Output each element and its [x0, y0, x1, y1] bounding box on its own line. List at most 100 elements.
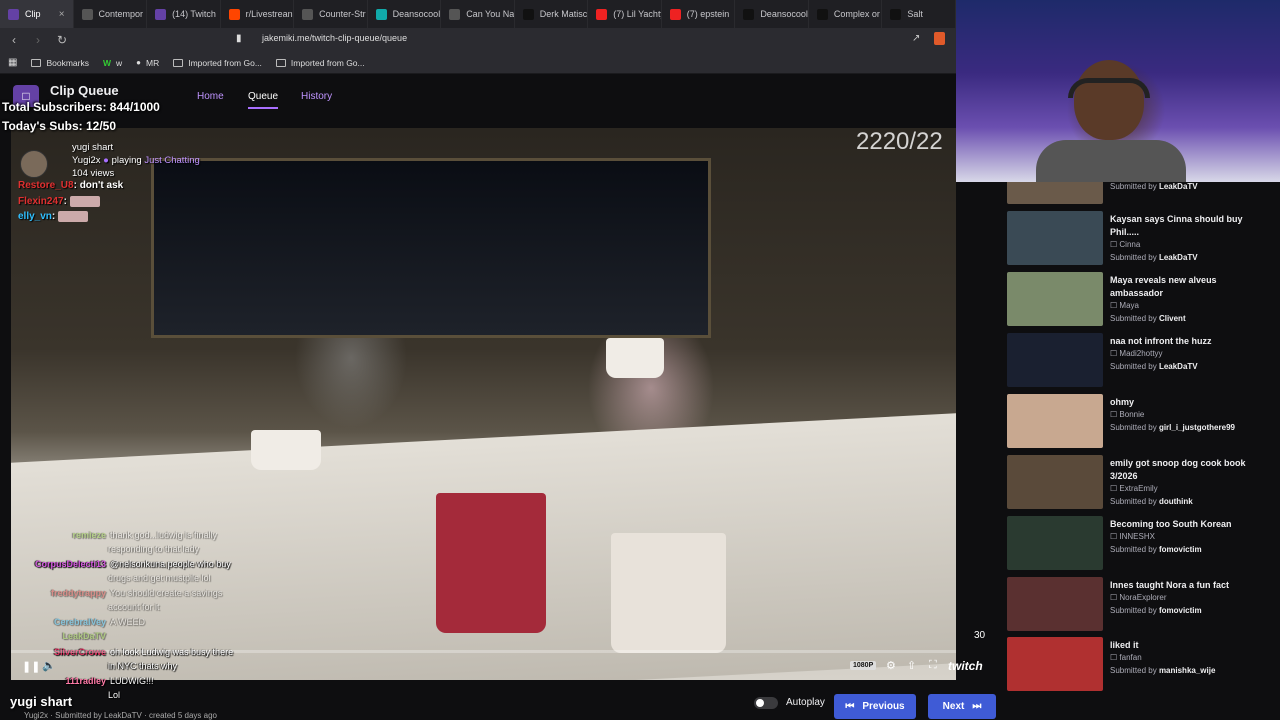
queue-clip-item[interactable]: Maya reveals new alveus ambassador ☐ Maya…	[1007, 272, 1277, 330]
bookmark-item-bookmarks[interactable]: Bookmarks	[31, 58, 89, 68]
todays-subs-overlay: Today's Subs: 12/50	[2, 119, 117, 133]
chat-username[interactable]: freddytrappy	[20, 588, 106, 598]
settings-gear-icon[interactable]: ⚙	[886, 659, 896, 672]
volume-icon[interactable]: 🔈	[42, 659, 56, 672]
bookmark-item-imported-2[interactable]: Imported from Go...	[275, 58, 365, 68]
total-subs-overlay: Total Subscribers: 844/1000	[2, 100, 160, 114]
clip-author[interactable]: ☐ INNESHX	[1110, 532, 1155, 541]
chat-username[interactable]: CorpusDelecti13	[20, 559, 106, 569]
queue-clip-item[interactable]: naa not infront the huzz ☐ Madi2hottyy Sub…	[1007, 333, 1277, 391]
browser-tab[interactable]: Deansocool	[368, 0, 442, 28]
back-icon[interactable]: ‹	[4, 33, 24, 47]
previous-button[interactable]: ⏮ Previous	[834, 694, 916, 719]
browser-tab[interactable]: Clip ×	[0, 0, 74, 28]
brave-shield-icon[interactable]	[934, 32, 945, 45]
pause-icon[interactable]: ❚❚	[22, 660, 40, 673]
submitter-name[interactable]: fomovictim	[1159, 606, 1202, 615]
bookmark-item-w[interactable]: Ww	[103, 58, 122, 68]
nav-home[interactable]: Home	[197, 91, 224, 102]
browser-tab[interactable]: Complex or	[809, 0, 883, 28]
browser-tab[interactable]: Deansocool	[735, 0, 809, 28]
chat-text: Lol	[108, 690, 121, 700]
bookmark-item-mr[interactable]: ● MR	[136, 58, 159, 68]
apps-grid-icon[interactable]: ▦	[8, 57, 17, 68]
browser-tab[interactable]: Can You Na	[441, 0, 515, 28]
twitch-wordmark[interactable]: twitch	[948, 659, 983, 673]
chat-bubble-icon: ☐	[1110, 240, 1120, 249]
clip-thumbnail[interactable]	[1007, 637, 1103, 691]
autoplay-toggle[interactable]	[754, 697, 778, 709]
clip-thumbnail[interactable]	[1007, 394, 1103, 448]
tab-label: Salt	[907, 9, 923, 19]
submitter-name[interactable]: girl_i_justgothere99	[1159, 423, 1235, 432]
game-link[interactable]: Just Chatting	[144, 155, 199, 166]
queue-clip-item[interactable]: Submitted by LeakDaTV	[1007, 182, 1277, 206]
submitter-name[interactable]: douthink	[1159, 497, 1193, 506]
queue-clip-item[interactable]: liked it ☐ fanfan Submitted by manishka_wi…	[1007, 637, 1277, 695]
submitter-name[interactable]: fomovictim	[1159, 545, 1202, 554]
chat-username[interactable]: remieze	[20, 530, 106, 540]
reload-icon[interactable]: ↻	[52, 33, 72, 47]
bookmark-label: w	[116, 57, 123, 68]
tab-favicon-icon	[228, 8, 240, 20]
clip-thumbnail[interactable]	[1007, 577, 1103, 631]
chat-username[interactable]: 111radley	[20, 676, 106, 686]
queue-clip-item[interactable]: Kaysan says Cinna should buy Phil..... ☐ …	[1007, 211, 1277, 269]
fullscreen-icon[interactable]: ⛶	[929, 659, 937, 672]
browser-tab[interactable]: Derk Matisc	[515, 0, 589, 28]
clip-author[interactable]: ☐ Madi2hottyy	[1110, 349, 1163, 358]
clip-thumbnail[interactable]	[1007, 211, 1103, 265]
queue-clip-item[interactable]: Becoming too South Korean ☐ INNESHX Submit…	[1007, 516, 1277, 574]
browser-tab[interactable]: (7) epstein	[662, 0, 736, 28]
app-title: Clip Queue	[50, 83, 119, 98]
chat-username[interactable]: LeakDaTV	[20, 631, 106, 641]
tab-favicon-icon	[743, 8, 755, 20]
share-icon[interactable]: ↗	[912, 33, 920, 44]
submitter-name[interactable]: LeakDaTV	[1159, 362, 1198, 371]
tab-favicon-icon	[890, 8, 902, 20]
bookmark-icon[interactable]: ▮	[236, 33, 242, 44]
browser-tab[interactable]: Contempor	[74, 0, 148, 28]
submitter-name[interactable]: Clivent	[1159, 314, 1186, 323]
clip-author[interactable]: ☐ Bonnie	[1110, 410, 1144, 419]
clip-author[interactable]: ☐ NoraExplorer	[1110, 593, 1167, 602]
broadcaster-name[interactable]: Yugi2x	[72, 155, 101, 166]
next-button[interactable]: Next ⏭	[928, 694, 996, 719]
chat-message: elly_vn:	[18, 211, 89, 222]
browser-tab[interactable]: (7) Lil Yachty	[588, 0, 662, 28]
clip-author[interactable]: ☐ fanfan	[1110, 653, 1142, 662]
submitter-name[interactable]: manishka_wije	[1159, 666, 1215, 675]
chat-username[interactable]: Flexin247	[18, 196, 64, 207]
submitter-name[interactable]: LeakDaTV	[1159, 253, 1198, 262]
clip-author[interactable]: ☐ Maya	[1110, 301, 1139, 310]
clip-thumbnail[interactable]	[1007, 182, 1103, 204]
clip-author[interactable]: ☐ ExtraEmily	[1110, 484, 1158, 493]
nav-history[interactable]: History	[301, 91, 332, 102]
chat-username[interactable]: CerebralVey	[20, 617, 106, 627]
queue-clip-item[interactable]: ohmy ☐ Bonnie Submitted by girl_i_justgoth…	[1007, 394, 1277, 452]
clip-thumbnail[interactable]	[1007, 272, 1103, 326]
queue-clip-item[interactable]: Innes taught Nora a fun fact ☐ NoraExplor…	[1007, 577, 1277, 635]
url-field[interactable]: jakemiki.me/twitch-clip-queue/queue	[262, 33, 407, 43]
submitter-name[interactable]: LeakDaTV	[1159, 182, 1198, 191]
browser-tab[interactable]: r/Livestrean	[221, 0, 295, 28]
forward-icon[interactable]: ›	[28, 33, 48, 47]
clip-thumbnail[interactable]	[1007, 455, 1103, 509]
clip-thumbnail[interactable]	[1007, 333, 1103, 387]
quality-badge[interactable]: 1080P	[850, 661, 877, 670]
browser-tab[interactable]: (14) Twitch	[147, 0, 221, 28]
chat-username[interactable]: elly_vn	[18, 211, 52, 222]
bookmark-item-imported-1[interactable]: Imported from Go...	[173, 58, 262, 68]
browser-tab[interactable]: Salt	[882, 0, 956, 28]
browser-tab[interactable]: Counter-Str	[294, 0, 368, 28]
share-icon[interactable]: ⇧	[907, 659, 916, 672]
chat-username[interactable]: Restore_U8	[18, 180, 74, 191]
close-tab-icon[interactable]: ×	[59, 9, 65, 20]
previous-label: Previous	[862, 701, 905, 712]
queue-clip-item[interactable]: emily got snoop dog cook book 3/2026 ☐ Ex…	[1007, 455, 1277, 513]
clip-author[interactable]: ☐ Cinna	[1110, 240, 1140, 249]
nav-queue[interactable]: Queue	[248, 91, 279, 109]
broadcaster-avatar[interactable]	[20, 150, 48, 178]
clip-thumbnail[interactable]	[1007, 516, 1103, 570]
video-progress-bar[interactable]	[11, 650, 956, 653]
